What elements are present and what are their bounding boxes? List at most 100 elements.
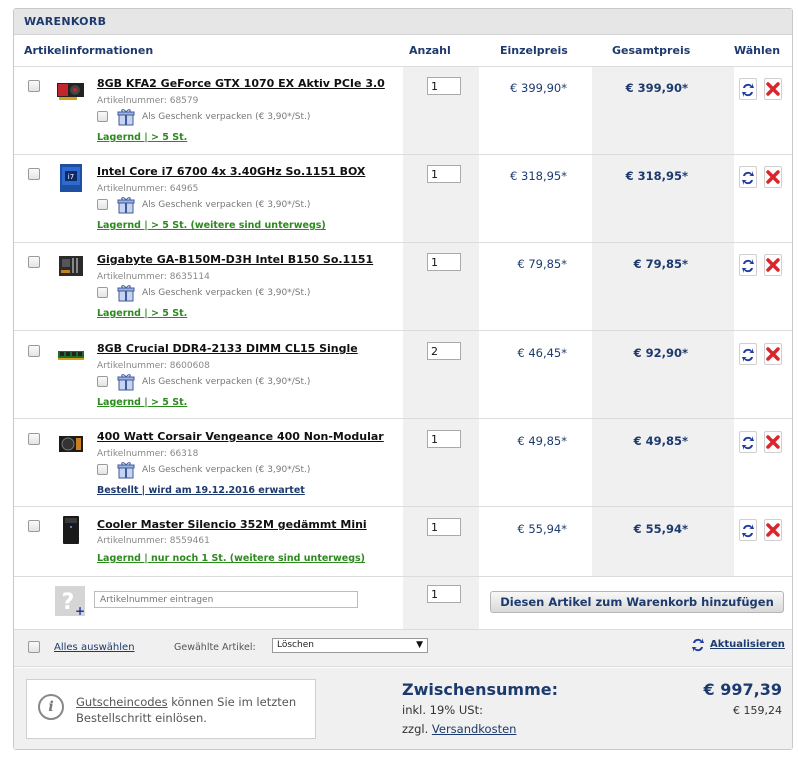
selected-articles-label: Gewählte Artikel: (174, 642, 256, 653)
unit-price: € 49,85* (517, 434, 567, 448)
gift-wrap-label: Als Geschenk verpacken (€ 3,90*/St.) (142, 288, 311, 298)
total-price: € 55,94* (633, 522, 688, 536)
quantity-input[interactable] (427, 165, 461, 183)
article-number-input[interactable] (94, 591, 358, 608)
refresh-icon (742, 348, 754, 362)
stock-status-link[interactable]: Lagernd | nur noch 1 St. (weitere sind u… (97, 553, 365, 564)
gift-wrap-checkbox[interactable] (97, 111, 108, 122)
delete-x-icon (766, 82, 780, 96)
refresh-icon (742, 83, 754, 97)
update-cart-link[interactable]: Aktualisieren (710, 639, 785, 650)
add-quantity-input[interactable] (427, 585, 461, 603)
info-icon: i (38, 694, 64, 720)
product-name-link[interactable]: 400 Watt Corsair Vengeance 400 Non-Modul… (97, 430, 384, 443)
quantity-input[interactable] (427, 77, 461, 95)
delete-item-button[interactable] (764, 254, 782, 276)
col-select: Wählen (734, 44, 781, 57)
delete-item-button[interactable] (764, 166, 782, 188)
gift-wrap-checkbox[interactable] (97, 199, 108, 210)
refresh-item-button[interactable] (739, 254, 757, 276)
stock-status-link[interactable]: Bestellt | wird am 19.12.2016 erwartet (97, 485, 305, 496)
refresh-item-button[interactable] (739, 78, 757, 100)
quantity-input[interactable] (427, 253, 461, 271)
delete-item-button[interactable] (764, 431, 782, 453)
shipping-costs-link[interactable]: Versandkosten (432, 722, 517, 736)
unit-price: € 79,85* (517, 257, 567, 271)
select-all-checkbox[interactable] (28, 641, 40, 653)
coupon-codes-link[interactable]: Gutscheincodes (76, 695, 168, 709)
refresh-item-button[interactable] (739, 166, 757, 188)
delete-x-icon (766, 523, 780, 537)
total-price: € 399,90* (625, 81, 688, 95)
delete-x-icon (766, 258, 780, 272)
subtotal-label: Zwischensumme: (402, 680, 559, 699)
cart-panel: WARENKORB Artikelinformationen Anzahl Ei… (13, 8, 793, 750)
refresh-icon (692, 638, 704, 652)
stock-status-link[interactable]: Lagernd | > 5 St. (97, 308, 187, 319)
quantity-input[interactable] (427, 430, 461, 448)
gift-icon (117, 462, 135, 479)
gift-wrap-checkbox[interactable] (97, 287, 108, 298)
gift-wrap-checkbox[interactable] (97, 376, 108, 387)
dropdown-arrow-icon: ▼ (416, 640, 423, 650)
gift-icon (117, 374, 135, 391)
row-divider (14, 242, 792, 243)
product-name-link[interactable]: Cooler Master Silencio 352M gedämmt Mini (97, 518, 367, 531)
item-select-checkbox[interactable] (28, 345, 40, 357)
quantity-input[interactable] (427, 518, 461, 536)
product-name-link[interactable]: 8GB KFA2 GeForce GTX 1070 EX Aktiv PCIe … (97, 77, 385, 90)
stock-status-link[interactable]: Lagernd | > 5 St. (97, 132, 187, 143)
product-name-link[interactable]: 8GB Crucial DDR4-2133 DIMM CL15 Single (97, 342, 358, 355)
delete-item-button[interactable] (764, 343, 782, 365)
item-select-checkbox[interactable] (28, 256, 40, 268)
gift-icon (117, 109, 135, 126)
gift-icon (117, 197, 135, 214)
svg-text:i7: i7 (68, 173, 74, 181)
unit-price: € 399,90* (510, 81, 567, 95)
row-divider (14, 506, 792, 507)
delete-item-button[interactable] (764, 78, 782, 100)
article-number: Artikelnummer: 8635114 (97, 272, 210, 282)
refresh-item-button[interactable] (739, 431, 757, 453)
refresh-item-button[interactable] (739, 343, 757, 365)
shipping-line: zzgl. Versandkosten (402, 722, 516, 736)
delete-item-button[interactable] (764, 519, 782, 541)
row-divider (14, 418, 792, 419)
stock-status-link[interactable]: Lagernd | > 5 St. (weitere sind unterweg… (97, 220, 326, 231)
item-select-checkbox[interactable] (28, 80, 40, 92)
col-total-price: Gesamtpreis (612, 44, 691, 57)
subtotal-amount: € 997,39 (703, 680, 782, 699)
vat-amount: € 159,24 (733, 704, 782, 717)
item-select-checkbox[interactable] (28, 520, 40, 532)
delete-x-icon (766, 435, 780, 449)
bulk-action-select[interactable]: Löschen ▼ (272, 638, 428, 653)
select-all-link[interactable]: Alles auswählen (54, 642, 135, 653)
refresh-icon (742, 171, 754, 185)
col-quantity: Anzahl (409, 44, 451, 57)
refresh-icon (742, 259, 754, 273)
gift-wrap-label: Als Geschenk verpacken (€ 3,90*/St.) (142, 200, 311, 210)
total-price: € 318,95* (625, 169, 688, 183)
gift-wrap-label: Als Geschenk verpacken (€ 3,90*/St.) (142, 112, 311, 122)
article-number: Artikelnummer: 66318 (97, 449, 199, 459)
gift-wrap-label: Als Geschenk verpacken (€ 3,90*/St.) (142, 465, 311, 475)
add-to-cart-button[interactable]: Diesen Artikel zum Warenkorb hinzufügen (490, 591, 784, 613)
case-icon (63, 516, 79, 544)
article-number: Artikelnummer: 8600608 (97, 361, 210, 371)
gift-wrap-checkbox[interactable] (97, 464, 108, 475)
product-name-link[interactable]: Intel Core i7 6700 4x 3.40GHz So.1151 BO… (97, 165, 365, 178)
stock-status-link[interactable]: Lagernd | > 5 St. (97, 397, 187, 408)
coupon-info-text: Gutscheincodes können Sie im letzten Bes… (76, 694, 306, 726)
row-divider (14, 576, 792, 577)
row-divider (14, 154, 792, 155)
delete-x-icon (766, 347, 780, 361)
row-divider (14, 66, 792, 67)
refresh-icon (742, 524, 754, 538)
unit-price: € 46,45* (517, 346, 567, 360)
article-number: Artikelnummer: 64965 (97, 184, 199, 194)
item-select-checkbox[interactable] (28, 433, 40, 445)
quantity-input[interactable] (427, 342, 461, 360)
item-select-checkbox[interactable] (28, 168, 40, 180)
product-name-link[interactable]: Gigabyte GA-B150M-D3H Intel B150 So.1151 (97, 253, 373, 266)
refresh-item-button[interactable] (739, 519, 757, 541)
